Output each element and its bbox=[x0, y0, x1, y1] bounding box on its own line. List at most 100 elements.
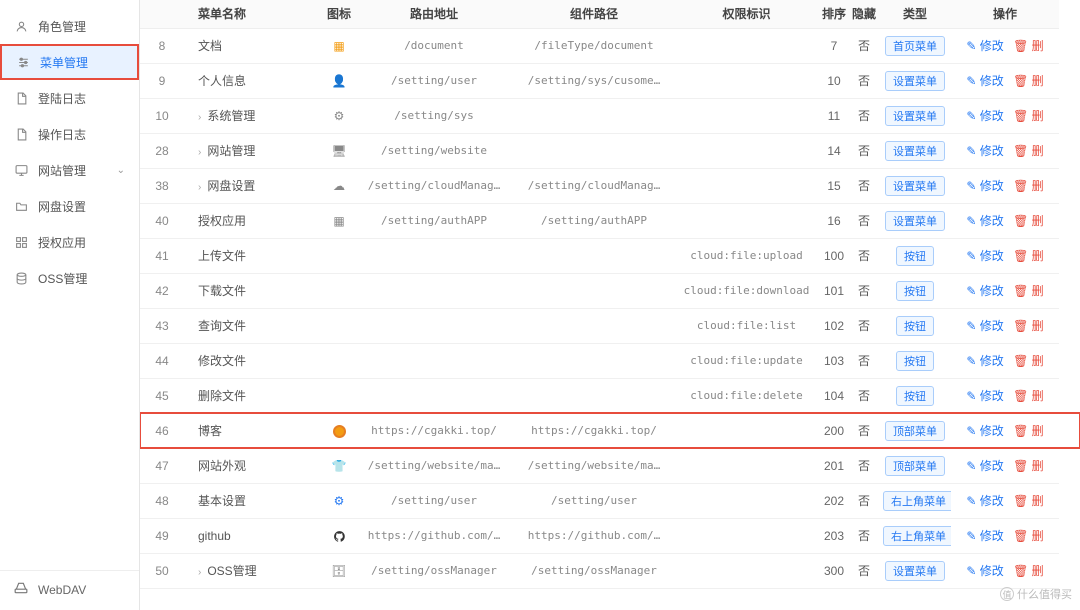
delete-button[interactable]: 🗑 删 bbox=[1013, 144, 1044, 158]
delete-button[interactable]: 🗑 删 bbox=[1013, 74, 1044, 88]
table-body: 8 文档 ▦ /document /fileType/document 7 否 … bbox=[140, 28, 1080, 588]
delete-button[interactable]: 🗑 删 bbox=[1013, 214, 1044, 228]
sidebar-item-6[interactable]: 授权应用 bbox=[0, 224, 139, 260]
edit-button[interactable]: ✎ 修改 bbox=[966, 214, 1003, 228]
cell-icon bbox=[324, 343, 354, 378]
cell-ops: ✎ 修改 🗑 删 bbox=[951, 203, 1059, 238]
delete-button[interactable]: 🗑 删 bbox=[1013, 319, 1044, 333]
cell-type: 右上角菜单 bbox=[879, 483, 951, 518]
type-tag: 设置菜单 bbox=[885, 211, 945, 231]
cell-type: 按钮 bbox=[879, 238, 951, 273]
expand-icon[interactable]: › bbox=[198, 147, 201, 158]
sidebar-item-5[interactable]: 网盘设置 bbox=[0, 188, 139, 224]
table-row: 9 个人信息 👤 /setting/user /setting/sys/cuso… bbox=[140, 63, 1080, 98]
cell-hidden: 否 bbox=[849, 518, 879, 553]
edit-button[interactable]: ✎ 修改 bbox=[966, 424, 1003, 438]
edit-button[interactable]: ✎ 修改 bbox=[966, 494, 1003, 508]
sidebar-item-label: 网站管理 bbox=[38, 162, 86, 179]
delete-button[interactable]: 🗑 删 bbox=[1013, 39, 1044, 53]
cell-icon: ⚙ bbox=[324, 483, 354, 518]
edit-button[interactable]: ✎ 修改 bbox=[966, 354, 1003, 368]
expand-icon[interactable]: › bbox=[198, 567, 201, 578]
cell-id: 46 bbox=[140, 413, 184, 448]
sidebar-item-2[interactable]: 登陆日志 bbox=[0, 80, 139, 116]
cell-name: ›系统管理 bbox=[184, 98, 324, 133]
sidebar-bottom-item[interactable]: WebDAV bbox=[0, 570, 139, 610]
cell-id: 42 bbox=[140, 273, 184, 308]
cell-ops: ✎ 修改 🗑 删 bbox=[951, 28, 1059, 63]
cell-sort: 104 bbox=[819, 378, 849, 413]
cell-sort: 200 bbox=[819, 413, 849, 448]
delete-button[interactable]: 🗑 删 bbox=[1013, 424, 1044, 438]
cell-id: 48 bbox=[140, 483, 184, 518]
cell-id: 10 bbox=[140, 98, 184, 133]
edit-button[interactable]: ✎ 修改 bbox=[966, 179, 1003, 193]
cell-type: 设置菜单 bbox=[879, 98, 951, 133]
type-tag: 首页菜单 bbox=[885, 36, 945, 56]
cell-type: 按钮 bbox=[879, 273, 951, 308]
cell-permission bbox=[674, 98, 819, 133]
delete-button[interactable]: 🗑 删 bbox=[1013, 249, 1044, 263]
table-row: 41 上传文件 cloud:file:upload 100 否 按钮 ✎ 修改 … bbox=[140, 238, 1080, 273]
edit-button[interactable]: ✎ 修改 bbox=[966, 319, 1003, 333]
edit-button[interactable]: ✎ 修改 bbox=[966, 564, 1003, 578]
sidebar-item-1[interactable]: 菜单管理 bbox=[0, 44, 139, 80]
delete-button[interactable]: 🗑 删 bbox=[1013, 529, 1044, 543]
cell-component: https://github.com/… bbox=[514, 518, 674, 553]
edit-button[interactable]: ✎ 修改 bbox=[966, 284, 1003, 298]
cell-hidden: 否 bbox=[849, 133, 879, 168]
edit-button[interactable]: ✎ 修改 bbox=[966, 39, 1003, 53]
cell-hidden: 否 bbox=[849, 203, 879, 238]
table-row: 10 ›系统管理 ⚙ /setting/sys 11 否 设置菜单 ✎ 修改 🗑… bbox=[140, 98, 1080, 133]
cell-ops: ✎ 修改 🗑 删 bbox=[951, 483, 1059, 518]
cell-name: 查询文件 bbox=[184, 308, 324, 343]
cell-type: 按钮 bbox=[879, 308, 951, 343]
edit-button[interactable]: ✎ 修改 bbox=[966, 144, 1003, 158]
edit-button[interactable]: ✎ 修改 bbox=[966, 74, 1003, 88]
delete-button[interactable]: 🗑 删 bbox=[1013, 109, 1044, 123]
cell-route: /setting/user bbox=[354, 63, 514, 98]
cell-hidden: 否 bbox=[849, 413, 879, 448]
sidebar-item-4[interactable]: 网站管理 ⌄ bbox=[0, 152, 139, 188]
cell-hidden: 否 bbox=[849, 308, 879, 343]
cell-permission: cloud:file:delete bbox=[674, 378, 819, 413]
delete-button[interactable]: 🗑 删 bbox=[1013, 354, 1044, 368]
cell-sort: 202 bbox=[819, 483, 849, 518]
sidebar-item-3[interactable]: 操作日志 bbox=[0, 116, 139, 152]
cell-hidden: 否 bbox=[849, 448, 879, 483]
edit-button[interactable]: ✎ 修改 bbox=[966, 249, 1003, 263]
sidebar-item-label: 网盘设置 bbox=[38, 198, 86, 215]
sidebar-item-7[interactable]: OSS管理 bbox=[0, 260, 139, 296]
cell-hidden: 否 bbox=[849, 63, 879, 98]
edit-button[interactable]: ✎ 修改 bbox=[966, 459, 1003, 473]
table-row: 48 基本设置 ⚙ /setting/user /setting/user 20… bbox=[140, 483, 1080, 518]
delete-button[interactable]: 🗑 删 bbox=[1013, 179, 1044, 193]
type-tag: 按钮 bbox=[896, 281, 934, 301]
delete-button[interactable]: 🗑 删 bbox=[1013, 494, 1044, 508]
delete-button[interactable]: 🗑 删 bbox=[1013, 284, 1044, 298]
cell-sort: 100 bbox=[819, 238, 849, 273]
expand-icon[interactable]: › bbox=[198, 182, 201, 193]
edit-button[interactable]: ✎ 修改 bbox=[966, 109, 1003, 123]
sidebar-item-0[interactable]: 角色管理 bbox=[0, 8, 139, 44]
expand-icon[interactable]: › bbox=[198, 112, 201, 123]
cell-route: /setting/website bbox=[354, 133, 514, 168]
sidebar-item-label: 授权应用 bbox=[38, 234, 86, 251]
cell-hidden: 否 bbox=[849, 238, 879, 273]
cell-icon: ▦ bbox=[324, 28, 354, 63]
monitor-icon bbox=[14, 163, 28, 177]
table-row: 46 博客 https://cgakki.top/ https://cgakki… bbox=[140, 413, 1080, 448]
edit-button[interactable]: ✎ 修改 bbox=[966, 529, 1003, 543]
cell-component: /fileType/document bbox=[514, 28, 674, 63]
cell-permission: cloud:file:list bbox=[674, 308, 819, 343]
delete-button[interactable]: 🗑 删 bbox=[1013, 459, 1044, 473]
edit-button[interactable]: ✎ 修改 bbox=[966, 389, 1003, 403]
th-type: 类型 bbox=[879, 0, 951, 28]
delete-button[interactable]: 🗑 删 bbox=[1013, 564, 1044, 578]
cell-hidden: 否 bbox=[849, 98, 879, 133]
delete-button[interactable]: 🗑 删 bbox=[1013, 389, 1044, 403]
cell-icon bbox=[324, 378, 354, 413]
cell-permission: cloud:file:upload bbox=[674, 238, 819, 273]
cell-component bbox=[514, 273, 674, 308]
sliders-icon bbox=[16, 55, 30, 69]
